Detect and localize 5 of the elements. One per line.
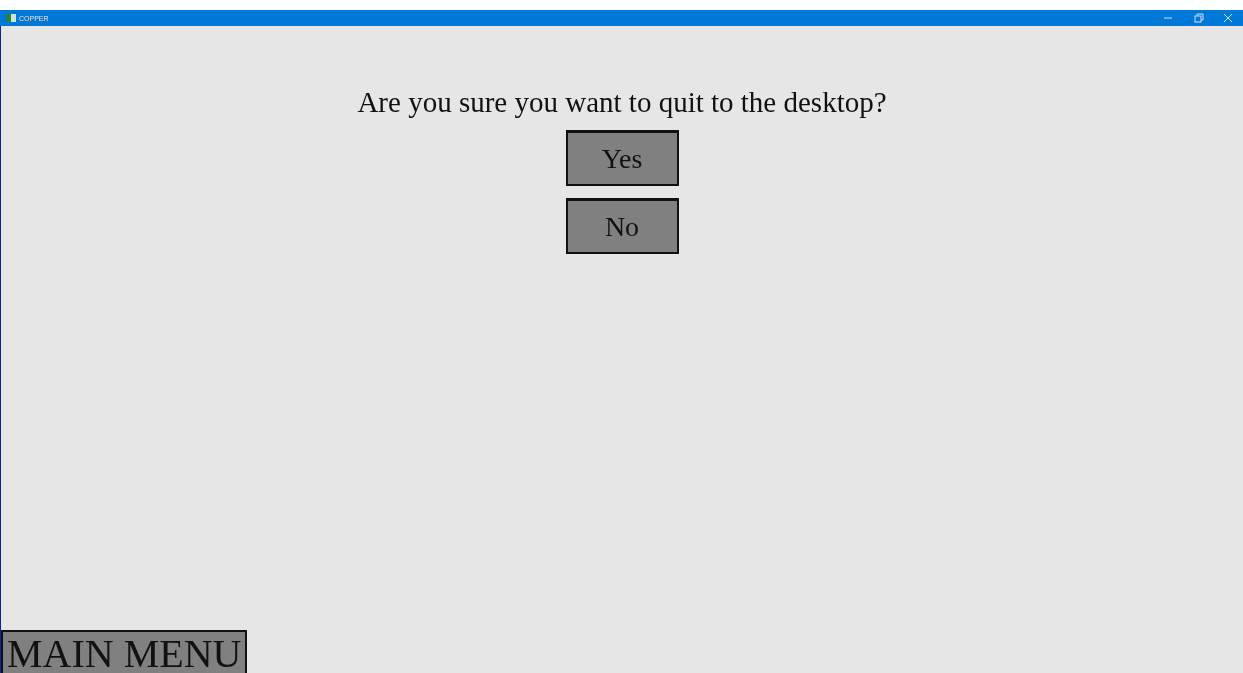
main-menu-button[interactable]: MAIN MENU <box>1 630 248 673</box>
dialog-button[interactable]: No <box>565 198 679 254</box>
question-text: Are you sure you want to quit to the desktop? <box>357 85 887 120</box>
dialog-button[interactable]: Yes <box>565 130 679 186</box>
app-icon <box>6 14 16 22</box>
